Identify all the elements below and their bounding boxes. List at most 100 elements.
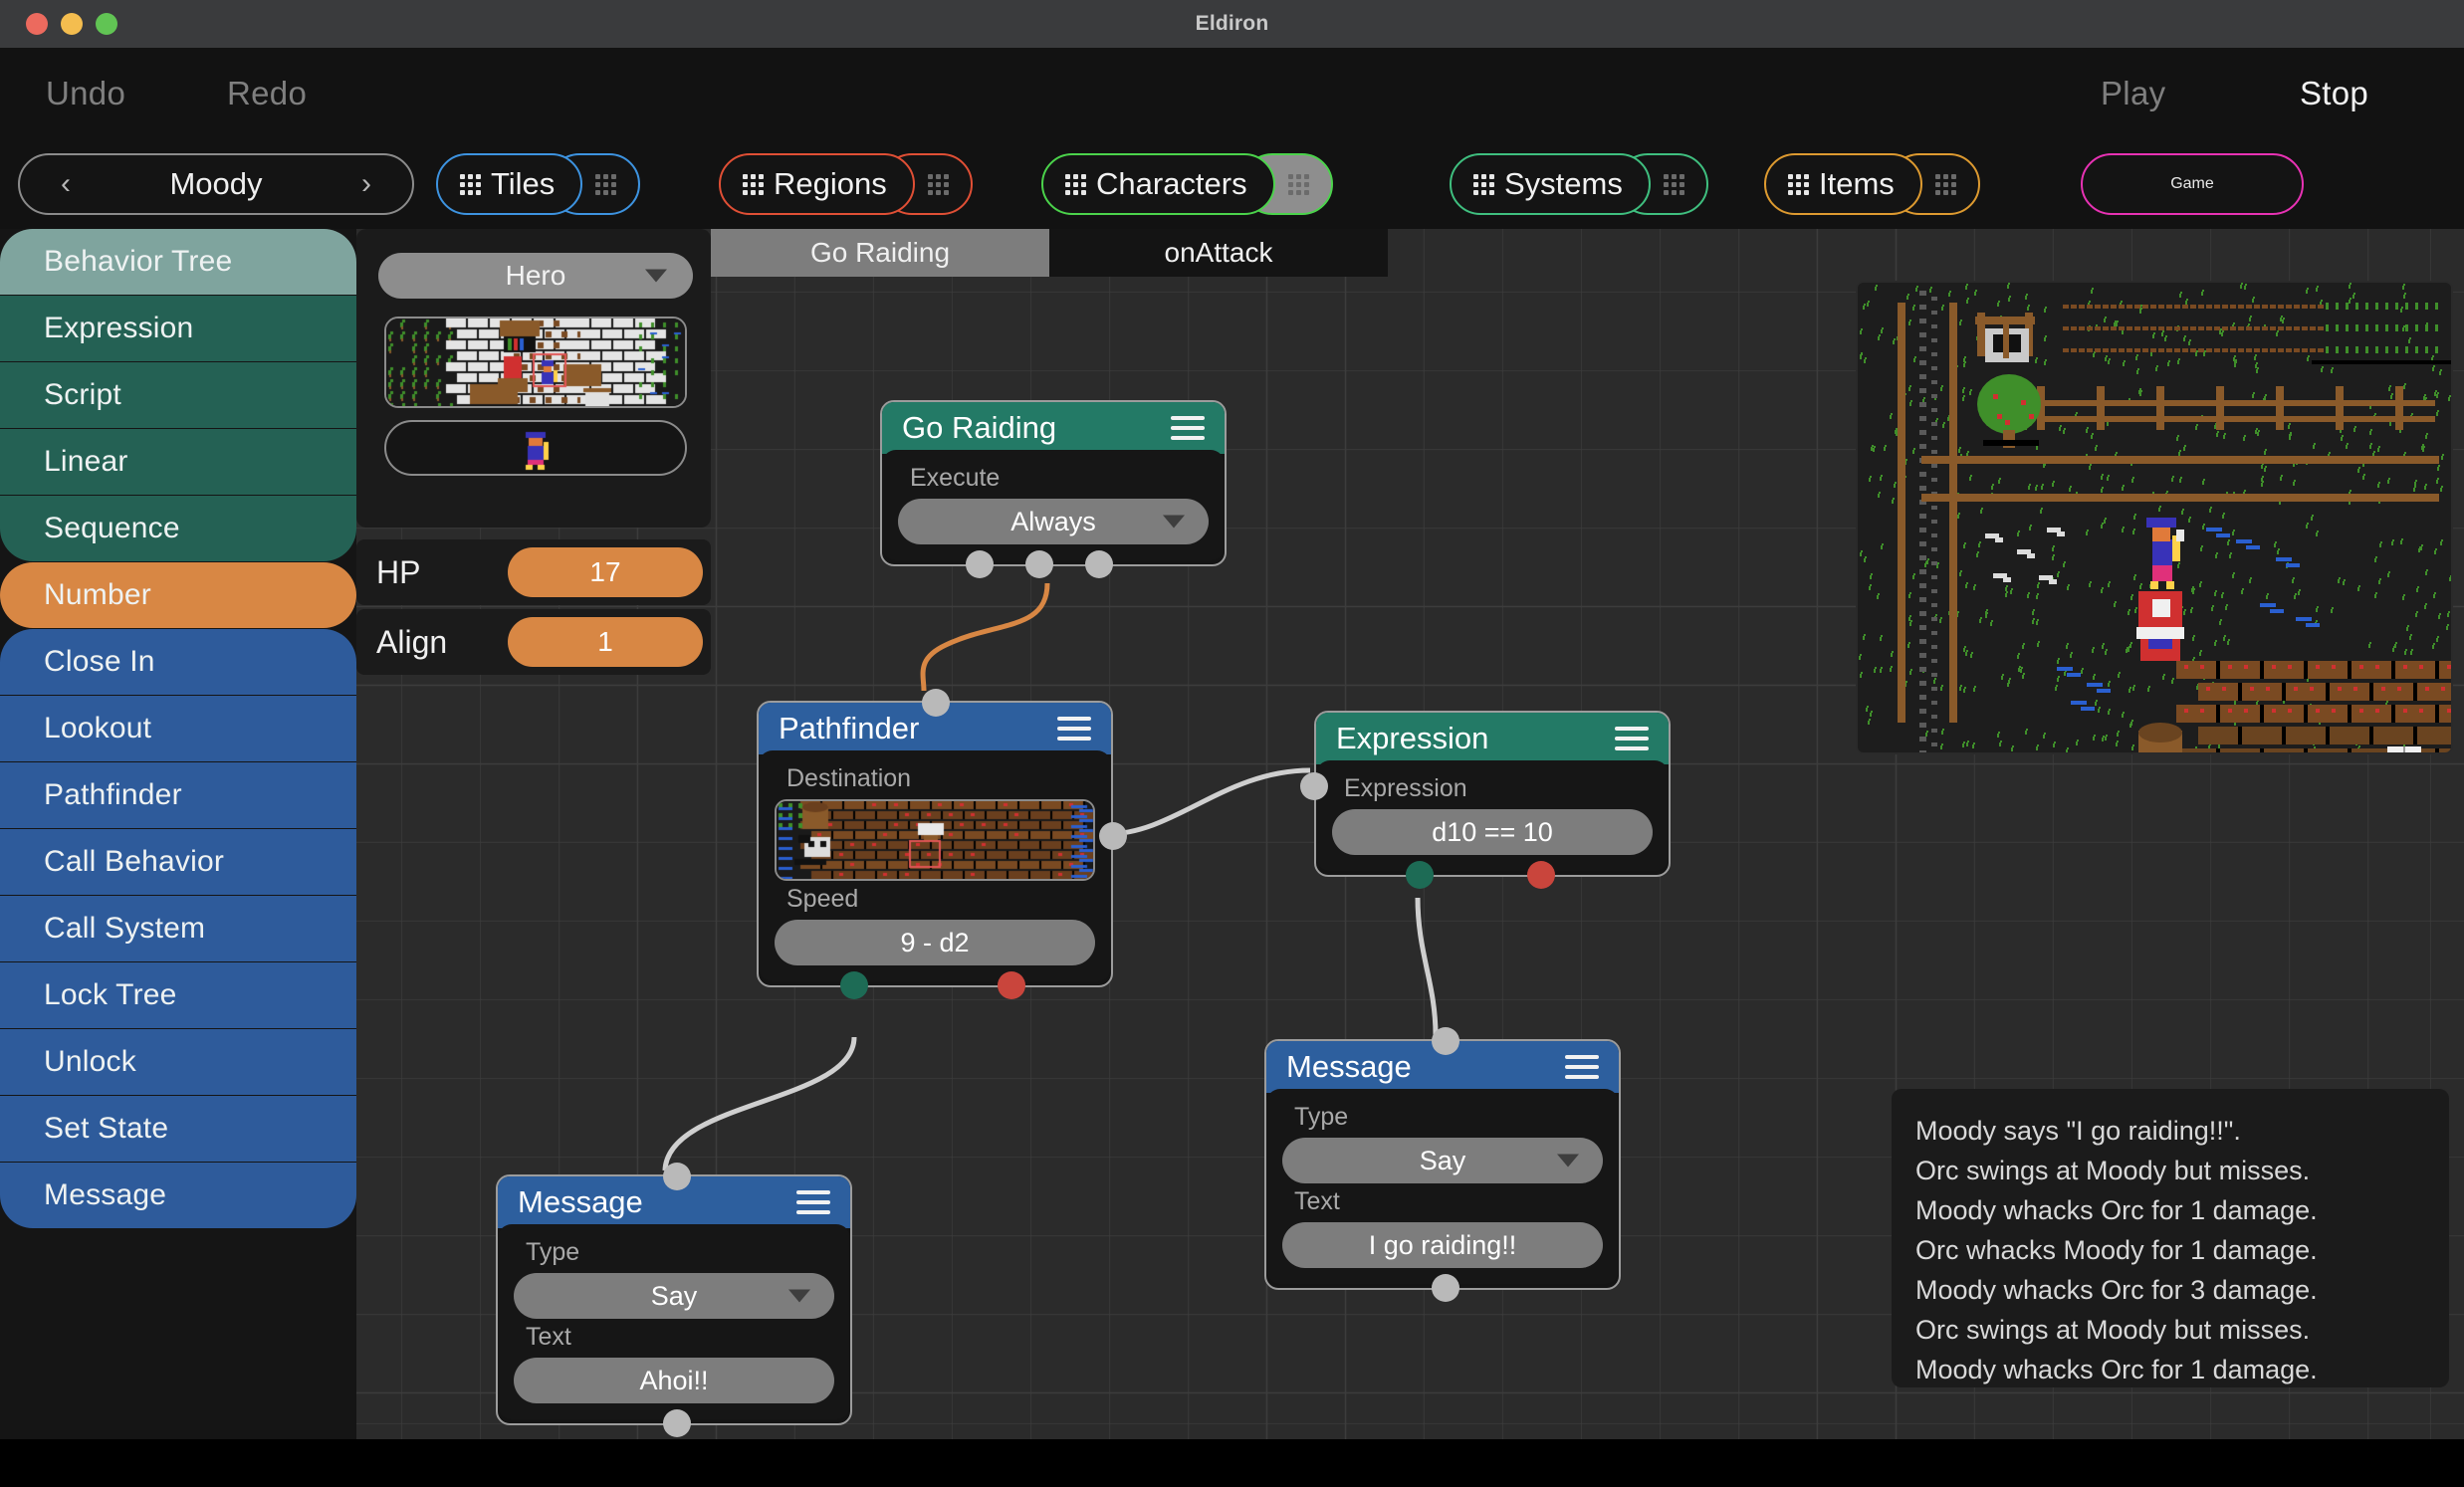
input-port[interactable] <box>663 1163 691 1190</box>
output-port-success[interactable] <box>1406 861 1434 889</box>
items-mode-pill[interactable]: Items <box>1764 153 1980 215</box>
sidebar-item-lock-tree[interactable]: Lock Tree <box>0 962 356 1028</box>
stat-name: HP <box>376 553 421 590</box>
sidebar-item-message[interactable]: Message <box>0 1163 356 1228</box>
regions-mode-button[interactable]: Regions <box>719 153 915 215</box>
log-line: Moody whacks Orc for 3 damage. <box>1915 1275 2318 1305</box>
field-label-type: Type <box>526 1238 580 1266</box>
characters-mode-pill[interactable]: Characters <box>1041 153 1333 215</box>
tiles-mode-pill[interactable]: Tiles <box>436 153 641 215</box>
menu-icon[interactable] <box>796 1190 830 1214</box>
sidebar-item-lookout[interactable]: Lookout <box>0 696 356 761</box>
input-port[interactable] <box>1432 1027 1459 1055</box>
node-header[interactable]: Go Raiding <box>882 402 1225 454</box>
grid-dots-icon <box>1287 173 1309 195</box>
app-shell: Undo Redo Play Stop ‹ Moody › Tiles Regi… <box>0 48 2464 1439</box>
output-port-failure[interactable] <box>1527 861 1555 889</box>
sidebar-item-label: Sequence <box>44 512 180 544</box>
node-body: Expression d10 == 10 <box>1316 760 1669 871</box>
node-expression[interactable]: Expression Expression d10 == 10 <box>1300 711 1671 889</box>
sidebar-item-close-in[interactable]: Close In <box>0 629 356 695</box>
destination-region-preview[interactable] <box>775 799 1095 881</box>
sidebar-item-linear[interactable]: Linear <box>0 429 356 495</box>
field-value-text[interactable]: I go raiding!! <box>1282 1222 1603 1268</box>
field-value-type[interactable]: Say <box>514 1273 834 1319</box>
node-go-raiding[interactable]: Go Raiding Execute Always <box>880 400 1227 578</box>
items-mode-button[interactable]: Items <box>1764 153 1922 215</box>
field-value-text[interactable]: Ahoi!! <box>514 1358 834 1403</box>
sidebar-item-pathfinder[interactable]: Pathfinder <box>0 762 356 828</box>
regions-mode-pill[interactable]: Regions <box>719 153 973 215</box>
game-mode-button[interactable]: Game <box>2081 153 2304 215</box>
next-arrow-icon[interactable]: › <box>336 155 396 213</box>
destination-preview-canvas <box>777 801 1093 879</box>
field-value-execute[interactable]: Always <box>898 499 1209 544</box>
current-name-label: Moody <box>169 166 263 201</box>
character-sprite-preview[interactable] <box>384 420 687 476</box>
redo-button[interactable]: Redo <box>227 48 307 139</box>
systems-mode-button[interactable]: Systems <box>1450 153 1651 215</box>
output-port-3[interactable] <box>1085 550 1113 578</box>
tiles-mode-button[interactable]: Tiles <box>436 153 583 215</box>
field-value-type[interactable]: Say <box>1282 1138 1603 1183</box>
stat-value[interactable]: 17 <box>508 547 703 597</box>
sidebar-item-expression[interactable]: Expression <box>0 296 356 361</box>
input-port[interactable] <box>1300 772 1328 800</box>
systems-mode-label: Systems <box>1504 166 1623 201</box>
game-viewport-canvas <box>1858 283 2451 752</box>
sidebar-item-set-state[interactable]: Set State <box>0 1096 356 1162</box>
characters-mode-button[interactable]: Characters <box>1041 153 1275 215</box>
field-label-execute: Execute <box>910 464 1001 492</box>
node-palette-sidebar[interactable]: Behavior Tree Expression Script Linear S… <box>0 229 356 1439</box>
menu-icon[interactable] <box>1615 727 1649 750</box>
play-button[interactable]: Play <box>2101 48 2165 139</box>
output-port-1[interactable] <box>966 550 994 578</box>
sidebar-item-script[interactable]: Script <box>0 362 356 428</box>
type-dropdown-value: Say <box>1419 1145 1466 1175</box>
output-port[interactable] <box>1432 1274 1459 1302</box>
sidebar-item-behavior-tree[interactable]: Behavior Tree <box>0 229 356 295</box>
log-line: Orc swings at Moody but misses. <box>1915 1315 2311 1345</box>
output-port[interactable] <box>663 1409 691 1437</box>
tab-go-raiding[interactable]: Go Raiding <box>711 229 1049 277</box>
output-port-2[interactable] <box>1025 550 1053 578</box>
game-viewport[interactable] <box>1858 283 2451 752</box>
output-port-success[interactable] <box>840 971 868 999</box>
sidebar-item-label: Lock Tree <box>44 978 177 1011</box>
stop-button[interactable]: Stop <box>2300 48 2368 139</box>
sidebar-item-number[interactable]: Number <box>0 562 356 628</box>
input-port[interactable] <box>922 689 950 717</box>
field-value-expression[interactable]: d10 == 10 <box>1332 809 1653 855</box>
sidebar-item-call-behavior[interactable]: Call Behavior <box>0 829 356 895</box>
prev-arrow-icon[interactable]: ‹ <box>36 155 96 213</box>
mode-toolbar: ‹ Moody › Tiles Regions Characters Syste… <box>0 139 2464 229</box>
sidebar-item-label: Call System <box>44 912 206 945</box>
node-title: Expression <box>1336 721 1489 755</box>
field-value-speed[interactable]: 9 - d2 <box>775 920 1095 965</box>
stat-value[interactable]: 1 <box>508 617 703 667</box>
character-name-navigator[interactable]: ‹ Moody › <box>18 153 414 215</box>
menu-icon[interactable] <box>1171 416 1205 440</box>
output-port-side[interactable] <box>1099 822 1127 850</box>
node-pathfinder[interactable]: Pathfinder Destination Speed 9 - d2 <box>757 689 1127 999</box>
sidebar-item-unlock[interactable]: Unlock <box>0 1029 356 1095</box>
node-message-left[interactable]: Message Type Say Text Ahoi!! <box>496 1163 852 1437</box>
sidebar-item-sequence[interactable]: Sequence <box>0 496 356 561</box>
systems-mode-pill[interactable]: Systems <box>1450 153 1708 215</box>
output-port-failure[interactable] <box>998 971 1025 999</box>
grid-dots-icon <box>1788 173 1809 195</box>
character-select-dropdown[interactable]: Hero <box>378 253 693 299</box>
node-title: Message <box>1286 1049 1412 1084</box>
tab-onattack[interactable]: onAttack <box>1049 229 1388 277</box>
character-region-preview[interactable] <box>384 317 687 408</box>
menu-icon[interactable] <box>1565 1055 1599 1079</box>
node-header[interactable]: Expression <box>1316 713 1669 764</box>
app-title: Eldiron <box>1195 12 1269 35</box>
sidebar-item-label: Unlock <box>44 1045 136 1078</box>
sidebar-item-label: Set State <box>44 1112 169 1145</box>
menu-icon[interactable] <box>1057 717 1091 741</box>
sidebar-item-label: Number <box>44 578 151 611</box>
sidebar-item-call-system[interactable]: Call System <box>0 896 356 961</box>
node-message-right[interactable]: Message Type Say Text I go raiding!! <box>1264 1027 1621 1302</box>
undo-button[interactable]: Undo <box>46 48 125 139</box>
